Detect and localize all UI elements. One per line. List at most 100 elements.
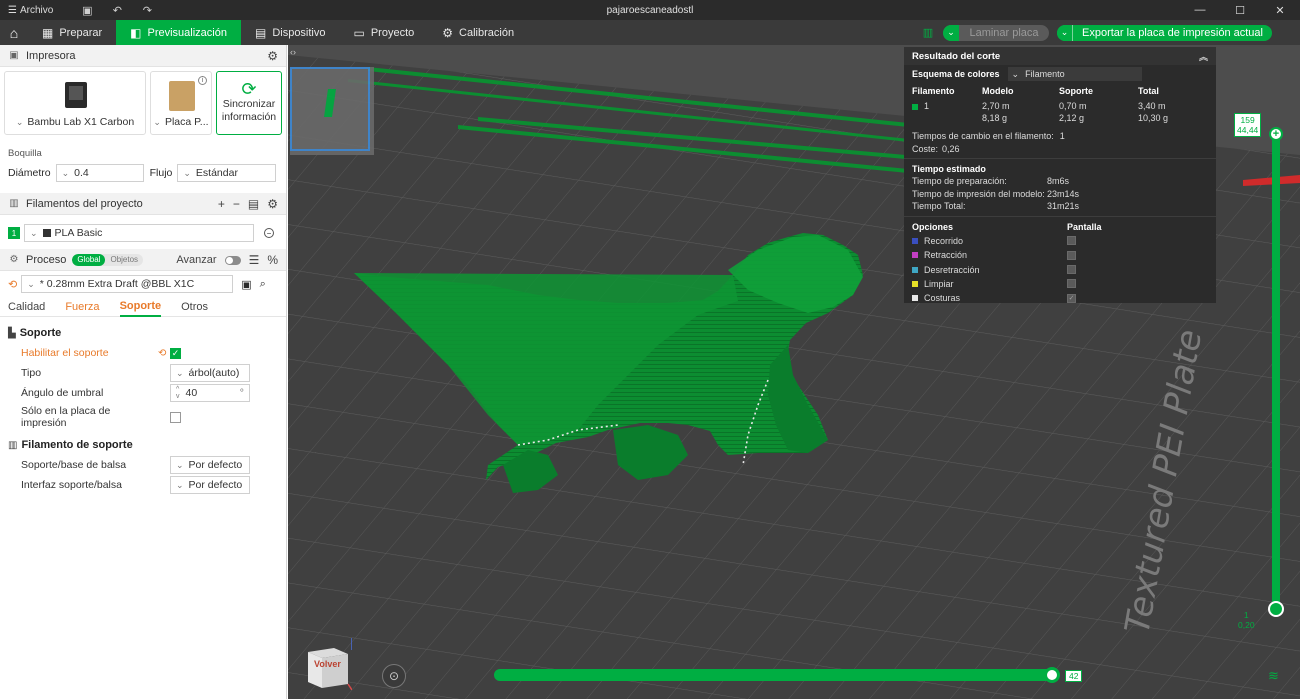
tab-support[interactable]: Soporte	[119, 297, 162, 317]
calibration-icon: ⚙	[442, 25, 454, 40]
threshold-angle-row: Ángulo de umbral ^ v 40 °	[0, 383, 286, 403]
gear-icon[interactable]: ⚙	[267, 49, 278, 63]
flow-select[interactable]: ⌄ Estándar	[177, 164, 277, 182]
list-icon[interactable]: ☰	[249, 253, 260, 267]
layers-icon[interactable]: ≋	[1268, 668, 1282, 683]
diameter-label: Diámetro	[8, 167, 51, 179]
search-icon[interactable]: ⌕	[260, 278, 266, 291]
remove-filament-icon[interactable]: −	[264, 228, 274, 238]
plate-thumbnail-view[interactable]	[290, 67, 374, 155]
export-plate-button[interactable]: ⌄ Exportar la placa de impresión actual	[1057, 24, 1272, 41]
percent-icon[interactable]: %	[267, 253, 278, 267]
layer-slider-bottom-handle[interactable]	[1268, 601, 1284, 617]
layer-slider-track[interactable]	[1272, 130, 1280, 610]
deretraction-checkbox[interactable]	[1067, 265, 1076, 275]
chevron-down-icon: ⌄	[153, 117, 161, 127]
chevron-down-icon: ⌄	[15, 117, 24, 127]
support-type-select[interactable]: ⌄ árbol(auto)	[170, 364, 250, 382]
tab-strength[interactable]: Fuerza	[65, 297, 99, 317]
enable-support-checkbox[interactable]: ✓	[170, 347, 181, 359]
maximize-icon[interactable]: ☐	[1220, 0, 1260, 20]
diameter-select[interactable]: ⌄ 0.4	[55, 164, 144, 182]
remove-icon[interactable]: −	[233, 197, 240, 211]
support-filament-group-title: ▥ Filamento de soporte	[8, 439, 133, 451]
seams-checkbox[interactable]: ✓	[1067, 293, 1076, 303]
global-objects-toggle[interactable]: Global Objetos	[72, 253, 144, 266]
reset-icon[interactable]: ⟲	[8, 278, 17, 291]
wipe-checkbox[interactable]	[1067, 279, 1076, 289]
move-slider-handle[interactable]	[1044, 667, 1060, 683]
plate-only-checkbox[interactable]	[170, 411, 181, 423]
process-preset-select[interactable]: ⌄ * 0.28mm Extra Draft @BBL X1C	[21, 275, 234, 293]
plate-only-row: Sólo en la placa de impresión	[0, 403, 286, 431]
chevron-down-icon: ⌄	[1011, 68, 1020, 79]
add-icon[interactable]: +	[218, 197, 225, 211]
info-icon[interactable]: i	[198, 76, 207, 85]
collapse-sidebar-icon[interactable]: ‹›	[290, 47, 302, 57]
home-icon[interactable]: ⌂	[0, 20, 28, 45]
layer-slider-top-handle[interactable]: +	[1269, 127, 1283, 141]
spinner-icon[interactable]: ^ v	[176, 386, 180, 400]
minimize-icon[interactable]: —	[1180, 0, 1220, 20]
support-interface-select[interactable]: ⌄ Por defecto	[170, 476, 250, 494]
title-bar: ☰ Archivo ▣ ↶ ↷ pajaroescaneadostl — ☐ ✕	[0, 0, 1300, 20]
undo-icon[interactable]: ↶	[109, 2, 125, 18]
nozzle-title: Boquilla	[8, 148, 42, 159]
tab-preview[interactable]: ◧ Previsualización	[116, 20, 241, 45]
support-interface-row: Interfaz soporte/balsa ⌄ Por defecto	[0, 475, 286, 495]
printer-card[interactable]: ⌄ Bambu Lab X1 Carbon	[4, 71, 146, 135]
gear-icon[interactable]: ⚙	[267, 197, 278, 211]
support-type-row: Tipo ⌄ árbol(auto)	[0, 363, 286, 383]
support-icon: ▙	[8, 327, 16, 339]
color-scheme-select[interactable]: ⌄ Filamento	[1007, 67, 1142, 81]
filament-color-swatch	[42, 229, 51, 237]
plate-card[interactable]: i ⌄ Placa P...	[150, 71, 212, 135]
redo-icon[interactable]: ↷	[139, 2, 155, 18]
chevron-down-icon: ⌄	[176, 367, 184, 378]
chevron-down-icon: ⌄	[176, 479, 184, 490]
slice-plate-button[interactable]: ⌄ Laminar placa	[943, 24, 1049, 41]
collapse-icon[interactable]: ︽	[1199, 50, 1208, 63]
chevron-down-icon: ⌄	[183, 167, 191, 178]
move-slider-track[interactable]	[494, 669, 1059, 681]
filament-select[interactable]: ⌄ PLA Basic	[24, 224, 254, 242]
process-section-header: ⚙ Proceso Global Objetos Avanzar ☰ %	[0, 249, 286, 271]
file-menu[interactable]: ☰ Archivo	[8, 5, 53, 16]
save-icon[interactable]: ▣	[79, 2, 95, 18]
seams-swatch	[912, 295, 918, 302]
printer-section-header: ▣ Impresora ⚙	[0, 45, 286, 67]
move-slider-value: 42	[1065, 670, 1083, 682]
chevron-down-icon[interactable]: ⌄	[1057, 24, 1073, 41]
sync-info-button[interactable]: ⟳ Sincronizar información	[216, 71, 282, 135]
tab-others[interactable]: Otros	[181, 297, 208, 317]
menu-icon: ☰	[8, 4, 17, 16]
chevron-down-icon[interactable]: ⌄	[943, 24, 959, 41]
printer-icon: ▣	[9, 50, 19, 61]
support-group-title: ▙ Soporte	[8, 327, 62, 339]
tab-calibration[interactable]: ⚙ Calibración	[428, 20, 528, 45]
chevron-down-icon: ⌄	[61, 167, 70, 178]
printer-thumbnail	[65, 82, 87, 108]
tab-quality[interactable]: Calidad	[8, 297, 45, 317]
tab-device[interactable]: ▤ Dispositivo	[241, 20, 340, 45]
support-base-select[interactable]: ⌄ Por defecto	[170, 456, 250, 474]
advanced-label: Avanzar	[176, 254, 217, 266]
retraction-checkbox[interactable]	[1067, 250, 1076, 260]
view-cube-label: Volver	[314, 659, 341, 669]
travel-checkbox[interactable]	[1067, 236, 1076, 246]
threshold-angle-input[interactable]: ^ v 40 °	[170, 384, 250, 402]
tab-project[interactable]: ▭ Proyecto	[340, 20, 429, 45]
plate-thumbnail	[169, 81, 195, 111]
close-icon[interactable]: ✕	[1260, 0, 1300, 20]
advanced-switch[interactable]	[224, 255, 241, 265]
enable-support-row: Habilitar el soporte ⟲ ✓	[21, 347, 181, 359]
reset-icon[interactable]: ⟲	[158, 348, 166, 359]
edit-icon[interactable]: ▤	[248, 197, 259, 211]
tab-prepare[interactable]: ▦ Preparar	[28, 20, 116, 45]
filament-number: 1	[8, 227, 20, 239]
fit-view-icon[interactable]: ⊙	[382, 664, 406, 688]
wipe-swatch	[912, 280, 918, 287]
deretraction-swatch	[912, 266, 918, 273]
save-preset-icon[interactable]: ▣	[241, 278, 251, 291]
panel-toggle-icon[interactable]: ▥	[921, 26, 935, 40]
